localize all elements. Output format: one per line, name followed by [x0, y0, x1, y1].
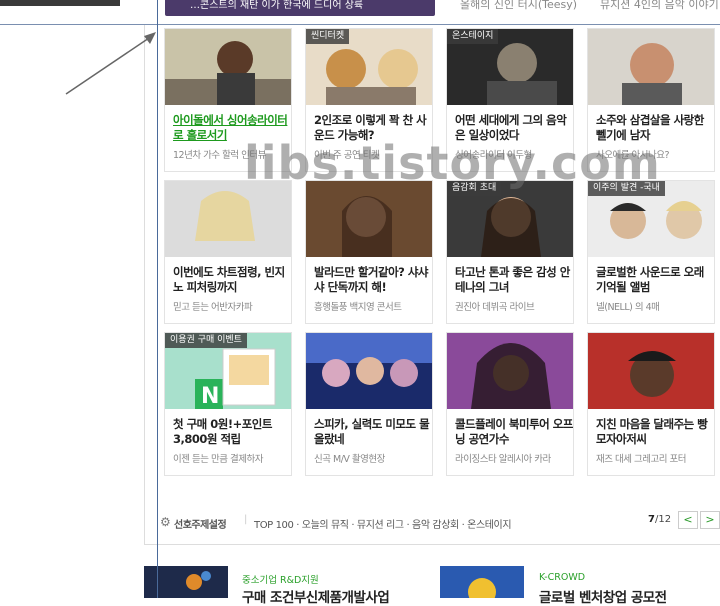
card-title[interactable]: 소주와 삼겹살을 사랑한 뻴기에 남자	[596, 113, 714, 143]
card-5[interactable]: 이번에도 차트점령, 빈지노 피처링까지 믿고 듣는 어반자카파	[164, 180, 292, 324]
top-cropped-strip: …콘스트의 재탄 이가 한국에 드디어 상륙 올해의 신인 터시(Teesy) …	[0, 0, 720, 24]
card-7[interactable]: 음감회 초대 타고난 톤과 좋은 감성 안테나의 그녀 권진아 데뷔곡 라이브	[446, 180, 574, 324]
card-badge: 이주의 발견 -국내	[588, 181, 665, 196]
card-subtitle: 12년차 가수 할럭 인터뷰	[173, 150, 266, 161]
annotation-arrow-icon	[65, 32, 156, 95]
card-title[interactable]: 콜드플레이 북미투어 오프닝 공연가수	[455, 417, 573, 447]
next-page-button[interactable]: >	[700, 511, 720, 529]
card-thumbnail[interactable]	[588, 333, 714, 409]
top-dark-bar	[0, 0, 120, 6]
gear-icon[interactable]: ⚙	[160, 515, 171, 529]
card-title[interactable]: 어떤 세대에게 그의 음악은 일상이었다	[455, 113, 573, 143]
top-sub-text-1: 올해의 신인 터시(Teesy)	[460, 0, 578, 11]
card-thumbnail[interactable]	[306, 333, 432, 409]
card-title[interactable]: 발라드만 할거같아? 샤샤샤 단독까지 해!	[314, 265, 432, 295]
card-subtitle: 믿고 듣는 어반자카파	[173, 302, 253, 313]
ad-category-1: 중소기업 R&D지원	[242, 575, 319, 586]
page-indicator: 7/12	[648, 514, 671, 525]
card-subtitle: 사오에를 아시나요?	[596, 150, 669, 161]
card-subtitle: 흥행돌풍 백지영 콘서트	[314, 302, 402, 313]
page-total: /12	[654, 514, 672, 525]
divider: |	[244, 514, 248, 525]
footer-links[interactable]: TOP 100 · 오늘의 뮤직 · 뮤지션 리그 · 음악 감상회 · 온스테…	[254, 516, 512, 531]
card-badge: 온스테이지	[447, 29, 499, 44]
preference-settings-link[interactable]: 선호주제설정	[174, 516, 227, 531]
top-thumb-caption: …콘스트의 재탄 이가 한국에 드디어 상륙	[190, 0, 364, 11]
card-title[interactable]: 아이돌에서 싱어송라이터로 홀로서기	[173, 113, 291, 143]
svg-text:N: N	[201, 384, 219, 409]
top-sub-text-2: 뮤지션 4인의 음악 이야기	[600, 0, 719, 11]
card-10[interactable]: 스피카, 실력도 미모도 물 올랐네 신곡 M/V 촬영현장	[305, 332, 433, 476]
card-12[interactable]: 지친 마음을 달래주는 빵모자아저씨 재즈 대세 그레고리 포터	[587, 332, 715, 476]
card-thumbnail[interactable]	[447, 333, 573, 409]
card-title[interactable]: 글로벌한 사운드로 오래 기억될 앨범	[596, 265, 714, 295]
card-1[interactable]: 아이돌에서 싱어송라이터로 홀로서기 12년차 가수 할럭 인터뷰	[164, 28, 292, 172]
page-current: 7	[648, 514, 655, 525]
card-title[interactable]: 타고난 톤과 좋은 감성 안테나의 그녀	[455, 265, 573, 295]
card-subtitle: 이번 주 공연 티켓	[314, 150, 380, 161]
guide-line-horizontal	[0, 24, 720, 25]
card-subtitle: 싱어송라이터 이두형	[455, 150, 532, 161]
card-title[interactable]: 지친 마음을 달래주는 빵모자아저씨	[596, 417, 714, 447]
card-3[interactable]: 온스테이지 어떤 세대에게 그의 음악은 일상이었다 싱어송라이터 이두형	[446, 28, 574, 172]
card-subtitle: 권진아 데뷔곡 라이브	[455, 302, 535, 313]
card-subtitle: 재즈 대세 그레고리 포터	[596, 454, 686, 465]
card-4[interactable]: 소주와 삼겹살을 사랑한 뻴기에 남자 사오에를 아시나요?	[587, 28, 715, 172]
chevron-left-icon: <	[683, 513, 693, 526]
card-subtitle: 넬(NELL) 의 4매	[596, 302, 660, 313]
card-title[interactable]: 첫 구매 0원!+포인트 3,800원 적립	[173, 417, 291, 447]
panel-footer: ⚙ 선호주제설정 | TOP 100 · 오늘의 뮤직 · 뮤지션 리그 · 음…	[160, 512, 720, 532]
prev-page-button[interactable]: <	[678, 511, 698, 529]
card-thumbnail[interactable]	[588, 29, 714, 105]
card-title[interactable]: 2인조로 이렇게 꽉 찬 사운드 가능해?	[314, 113, 432, 143]
card-badge: 음감회 초대	[447, 181, 502, 196]
card-6[interactable]: 발라드만 할거같아? 샤샤샤 단독까지 해! 흥행돌풍 백지영 콘서트	[305, 180, 433, 324]
card-9[interactable]: N 이용권 구매 이벤트 첫 구매 0원!+포인트 3,800원 적립 이젠 듣…	[164, 332, 292, 476]
card-title[interactable]: 스피카, 실력도 미모도 물 올랐네	[314, 417, 432, 447]
ad-thumbnail-2[interactable]	[440, 566, 524, 598]
ad-title-1[interactable]: 구매 조건부신제품개발사업	[242, 586, 390, 606]
card-badge: 씬디터켓	[306, 29, 350, 44]
card-subtitle: 라이징스타 알레시아 카라	[455, 454, 551, 465]
ad-category-2: K-CROWD	[539, 572, 586, 583]
card-8[interactable]: 이주의 발견 -국내 글로벌한 사운드로 오래 기억될 앨범 넬(NELL) 의…	[587, 180, 715, 324]
card-subtitle: 이젠 듣는 만큼 결제하자	[173, 454, 263, 465]
card-subtitle: 신곡 M/V 촬영현장	[314, 454, 385, 465]
card-thumbnail[interactable]	[165, 181, 291, 257]
ad-title-2[interactable]: 글로벌 벤처창업 공모전	[539, 586, 667, 606]
card-11[interactable]: 콜드플레이 북미투어 오프닝 공연가수 라이징스타 알레시아 카라	[446, 332, 574, 476]
card-thumbnail[interactable]	[165, 29, 291, 105]
card-2[interactable]: 씬디터켓 2인조로 이렇게 꽉 찬 사운드 가능해? 이번 주 공연 티켓	[305, 28, 433, 172]
card-title[interactable]: 이번에도 차트점령, 빈지노 피처링까지	[173, 265, 291, 295]
card-thumbnail[interactable]	[306, 181, 432, 257]
card-badge: 이용권 구매 이벤트	[165, 333, 247, 348]
chevron-right-icon: >	[705, 513, 715, 526]
